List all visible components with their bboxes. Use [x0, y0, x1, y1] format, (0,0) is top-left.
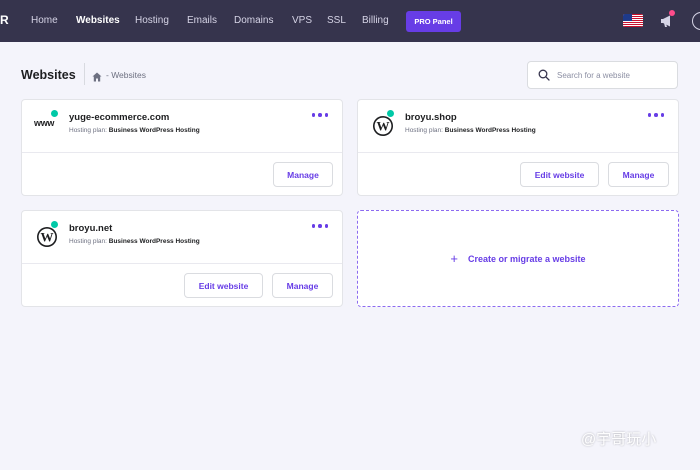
- more-options-icon[interactable]: [311, 113, 328, 117]
- home-icon[interactable]: [92, 69, 102, 82]
- card-divider: [22, 152, 342, 153]
- wordpress-icon: W: [372, 115, 394, 137]
- website-card: www yuge-ecommerce.com Hosting plan: Bus…: [21, 99, 343, 196]
- nav-emails[interactable]: Emails: [187, 15, 217, 26]
- wordpress-icon: W: [36, 226, 58, 248]
- logo[interactable]: R: [0, 13, 9, 27]
- manage-button[interactable]: Manage: [273, 162, 333, 187]
- avatar[interactable]: [692, 12, 700, 30]
- card-divider: [358, 152, 678, 153]
- manage-button[interactable]: Manage: [608, 162, 669, 187]
- create-website-button[interactable]: + Create or migrate a website: [357, 210, 679, 307]
- nav-hosting[interactable]: Hosting: [135, 15, 169, 26]
- status-dot: [386, 109, 395, 118]
- page-title: Websites: [21, 68, 76, 82]
- manage-button[interactable]: Manage: [272, 273, 333, 298]
- nav-billing[interactable]: Billing: [362, 15, 389, 26]
- top-navigation: R Home Websites Hosting Emails Domains V…: [0, 0, 700, 42]
- header-divider: [84, 63, 85, 85]
- search-box[interactable]: [527, 61, 678, 89]
- svg-text:W: W: [377, 119, 390, 134]
- website-domain[interactable]: broyu.shop: [405, 112, 457, 123]
- plus-icon: +: [450, 251, 459, 266]
- more-options-icon[interactable]: [311, 224, 328, 228]
- notification-badge: [669, 10, 675, 16]
- hosting-plan: Hosting plan: Business WordPress Hosting: [405, 127, 536, 134]
- nav-websites[interactable]: Websites: [76, 15, 120, 26]
- website-domain[interactable]: broyu.net: [69, 223, 112, 234]
- status-dot: [50, 220, 59, 229]
- nav-home[interactable]: Home: [31, 15, 58, 26]
- watermark: @宇哥玩小: [581, 431, 657, 448]
- hosting-plan: Hosting plan: Business WordPress Hosting: [69, 238, 200, 245]
- card-divider: [22, 263, 342, 264]
- website-card: W broyu.net Hosting plan: Business WordP…: [21, 210, 343, 307]
- status-dot: [50, 109, 59, 118]
- edit-website-button[interactable]: Edit website: [520, 162, 599, 187]
- breadcrumb: - Websites: [106, 70, 146, 80]
- www-icon: www: [34, 118, 55, 128]
- search-input[interactable]: [557, 70, 667, 80]
- hosting-plan: Hosting plan: Business WordPress Hosting: [69, 127, 200, 134]
- svg-text:W: W: [41, 230, 54, 245]
- search-icon: [538, 69, 550, 81]
- us-flag-icon[interactable]: [623, 14, 643, 27]
- more-options-icon[interactable]: [647, 113, 664, 117]
- website-domain[interactable]: yuge-ecommerce.com: [69, 112, 169, 123]
- nav-domains[interactable]: Domains: [234, 15, 273, 26]
- pro-panel-button[interactable]: PRO Panel: [406, 11, 461, 32]
- nav-vps[interactable]: VPS: [292, 15, 312, 26]
- website-card: W broyu.shop Hosting plan: Business Word…: [357, 99, 679, 196]
- create-website-label: Create or migrate a website: [468, 253, 586, 264]
- nav-ssl[interactable]: SSL: [327, 15, 346, 26]
- edit-website-button[interactable]: Edit website: [184, 273, 263, 298]
